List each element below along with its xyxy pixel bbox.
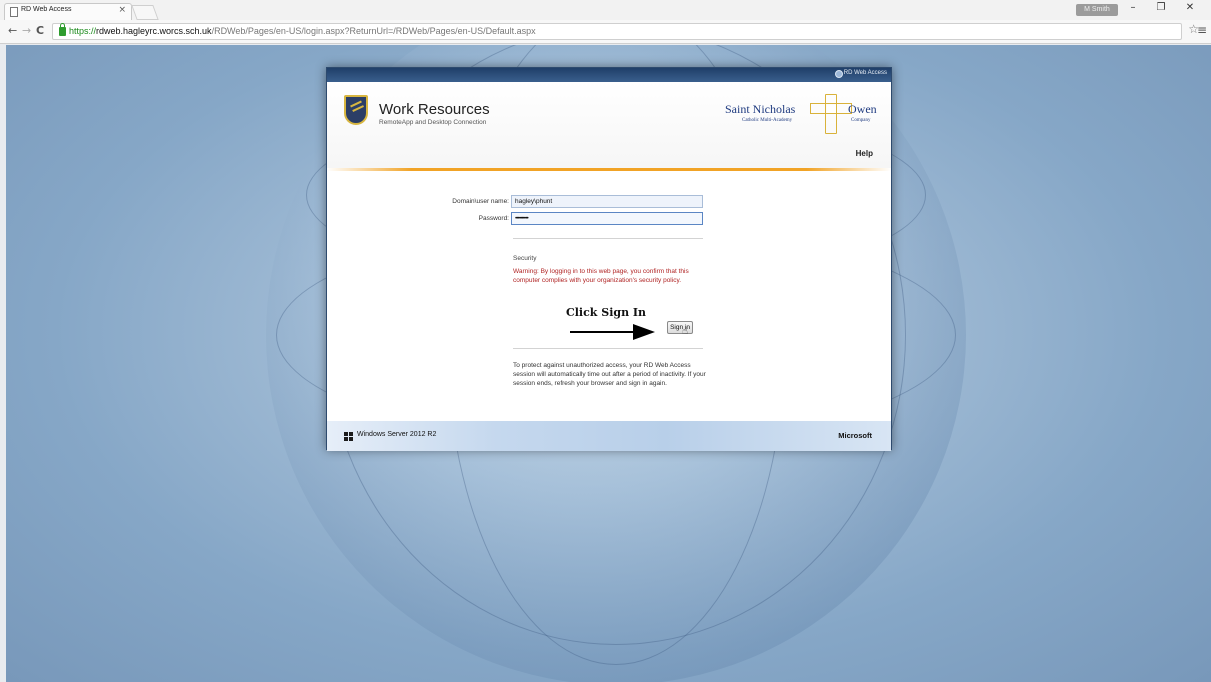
browser-toolbar: ← → C https://rdweb.hagleyrc.worcs.sch.u… (0, 20, 1211, 44)
minimize-button[interactable]: – (1123, 2, 1143, 18)
username-field[interactable]: hagley\phunt (511, 195, 703, 208)
windows-logo-pane (344, 432, 348, 436)
logo-text-left: Saint Nicholas (725, 102, 796, 116)
url-text: https://rdweb.hagleyrc.worcs.sch.uk/RDWe… (69, 26, 536, 36)
reload-icon[interactable]: C (36, 24, 44, 37)
panel-header: Work Resources RemoteApp and Desktop Con… (327, 82, 891, 168)
cross-fill (826, 104, 836, 113)
close-window-button[interactable]: ✕ (1180, 2, 1200, 18)
url-scheme: https:// (69, 26, 97, 36)
windows-logo-pane (344, 437, 348, 441)
back-arrow-icon[interactable]: ← (8, 24, 17, 37)
session-timeout-info: To protect against unauthorized access, … (513, 362, 706, 387)
logo-text-right: Owen (848, 102, 877, 116)
profile-button[interactable]: M Smith (1076, 4, 1118, 16)
windows-logo-pane (349, 437, 353, 441)
click-sign-in-annotation: Click Sign In (566, 306, 647, 319)
password-field[interactable]: •••••••••• (511, 212, 703, 225)
divider (513, 238, 703, 239)
address-bar[interactable]: https://rdweb.hagleyrc.worcs.sch.uk/RDWe… (52, 23, 1182, 40)
academy-logo: Saint Nicholas Owen Catholic Multi-Acade… (707, 90, 889, 136)
panel-footer: Windows Server 2012 R2 Microsoft (327, 421, 891, 451)
page-title: Work Resources (379, 101, 490, 118)
security-warning: Warning: By logging in to this web page,… (513, 268, 689, 284)
arrow-icon (570, 331, 640, 333)
tab-close-icon[interactable]: × (118, 5, 126, 15)
rd-web-access-icon (835, 70, 843, 78)
page-icon (10, 7, 18, 17)
menu-icon[interactable]: ≡ (1197, 23, 1207, 37)
username-label: Domain\user name: (452, 198, 509, 205)
security-heading: Security (513, 255, 537, 262)
forward-arrow-icon[interactable]: → (22, 24, 31, 37)
logo-subtext-right: Company (851, 118, 871, 123)
tab-rd-web-access[interactable]: RD Web Access × (4, 3, 132, 20)
new-tab-button[interactable] (131, 5, 159, 20)
login-form: Domain\user name: hagley\phunt Password:… (327, 171, 891, 421)
divider (513, 348, 703, 349)
windows-logo-pane (349, 432, 353, 436)
rd-web-access-panel: RD Web Access Work Resources RemoteApp a… (326, 67, 892, 451)
url-path: /RDWeb/Pages/en-US/login.aspx?ReturnUrl=… (211, 26, 536, 36)
page-subtitle: RemoteApp and Desktop Connection (379, 119, 487, 126)
password-label: Password: (478, 215, 509, 222)
windows-server-label: Windows Server 2012 R2 (357, 431, 437, 438)
lock-icon (59, 23, 66, 36)
windows-logo-icon (344, 432, 354, 441)
browser-tabstrip: RD Web Access × M Smith – ❐ ✕ (0, 0, 1211, 20)
help-link[interactable]: Help (856, 149, 873, 158)
url-host: rdweb.hagleyrc.worcs.sch.uk (96, 26, 212, 36)
tab-title: RD Web Access (21, 6, 72, 13)
arrow-head-icon (633, 324, 655, 340)
school-crest-icon (344, 95, 368, 125)
microsoft-label: Microsoft (838, 431, 872, 440)
cross-icon (825, 94, 837, 134)
restore-button[interactable]: ❐ (1151, 2, 1171, 18)
panel-topbar: RD Web Access (327, 68, 891, 82)
sign-in-button[interactable]: Sign in (667, 321, 693, 334)
logo-subtext-left: Catholic Multi-Academy (742, 118, 793, 123)
rd-web-access-label: RD Web Access (843, 70, 887, 76)
